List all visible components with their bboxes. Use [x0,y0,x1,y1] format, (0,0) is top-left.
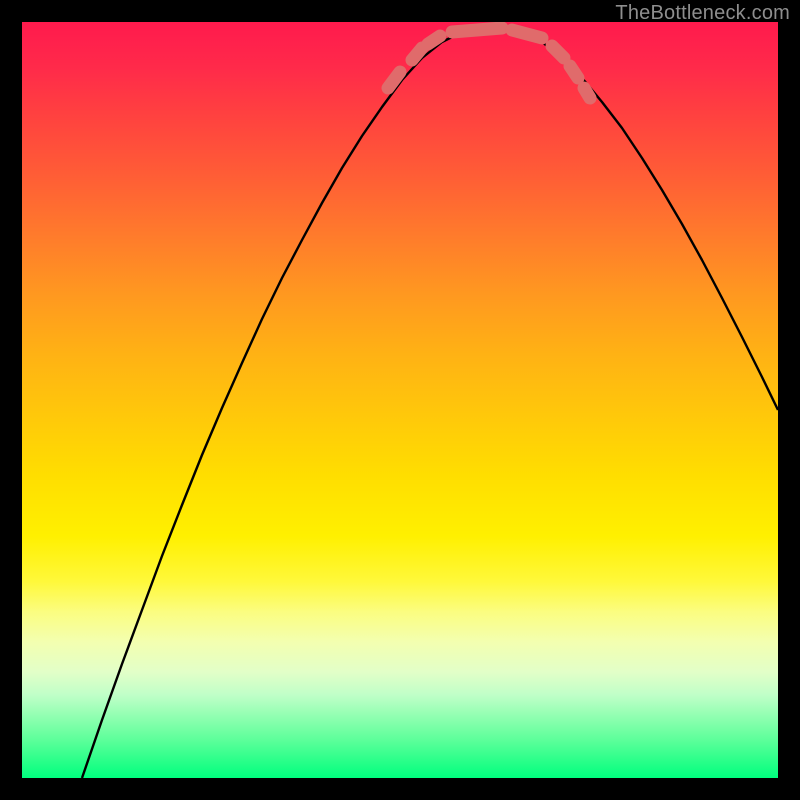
curve-marker [570,66,578,78]
chart-svg [22,22,778,778]
curve-marker [552,46,564,58]
watermark-text: TheBottleneck.com [615,2,790,25]
plot-area [22,22,778,778]
curve-layer [82,28,778,778]
curve-marker [512,30,542,38]
curve-marker [584,88,590,98]
bottleneck-curve [82,28,778,778]
curve-marker [428,36,440,44]
chart-frame: TheBottleneck.com [0,0,800,800]
curve-marker [412,48,422,60]
curve-marker [452,28,502,32]
